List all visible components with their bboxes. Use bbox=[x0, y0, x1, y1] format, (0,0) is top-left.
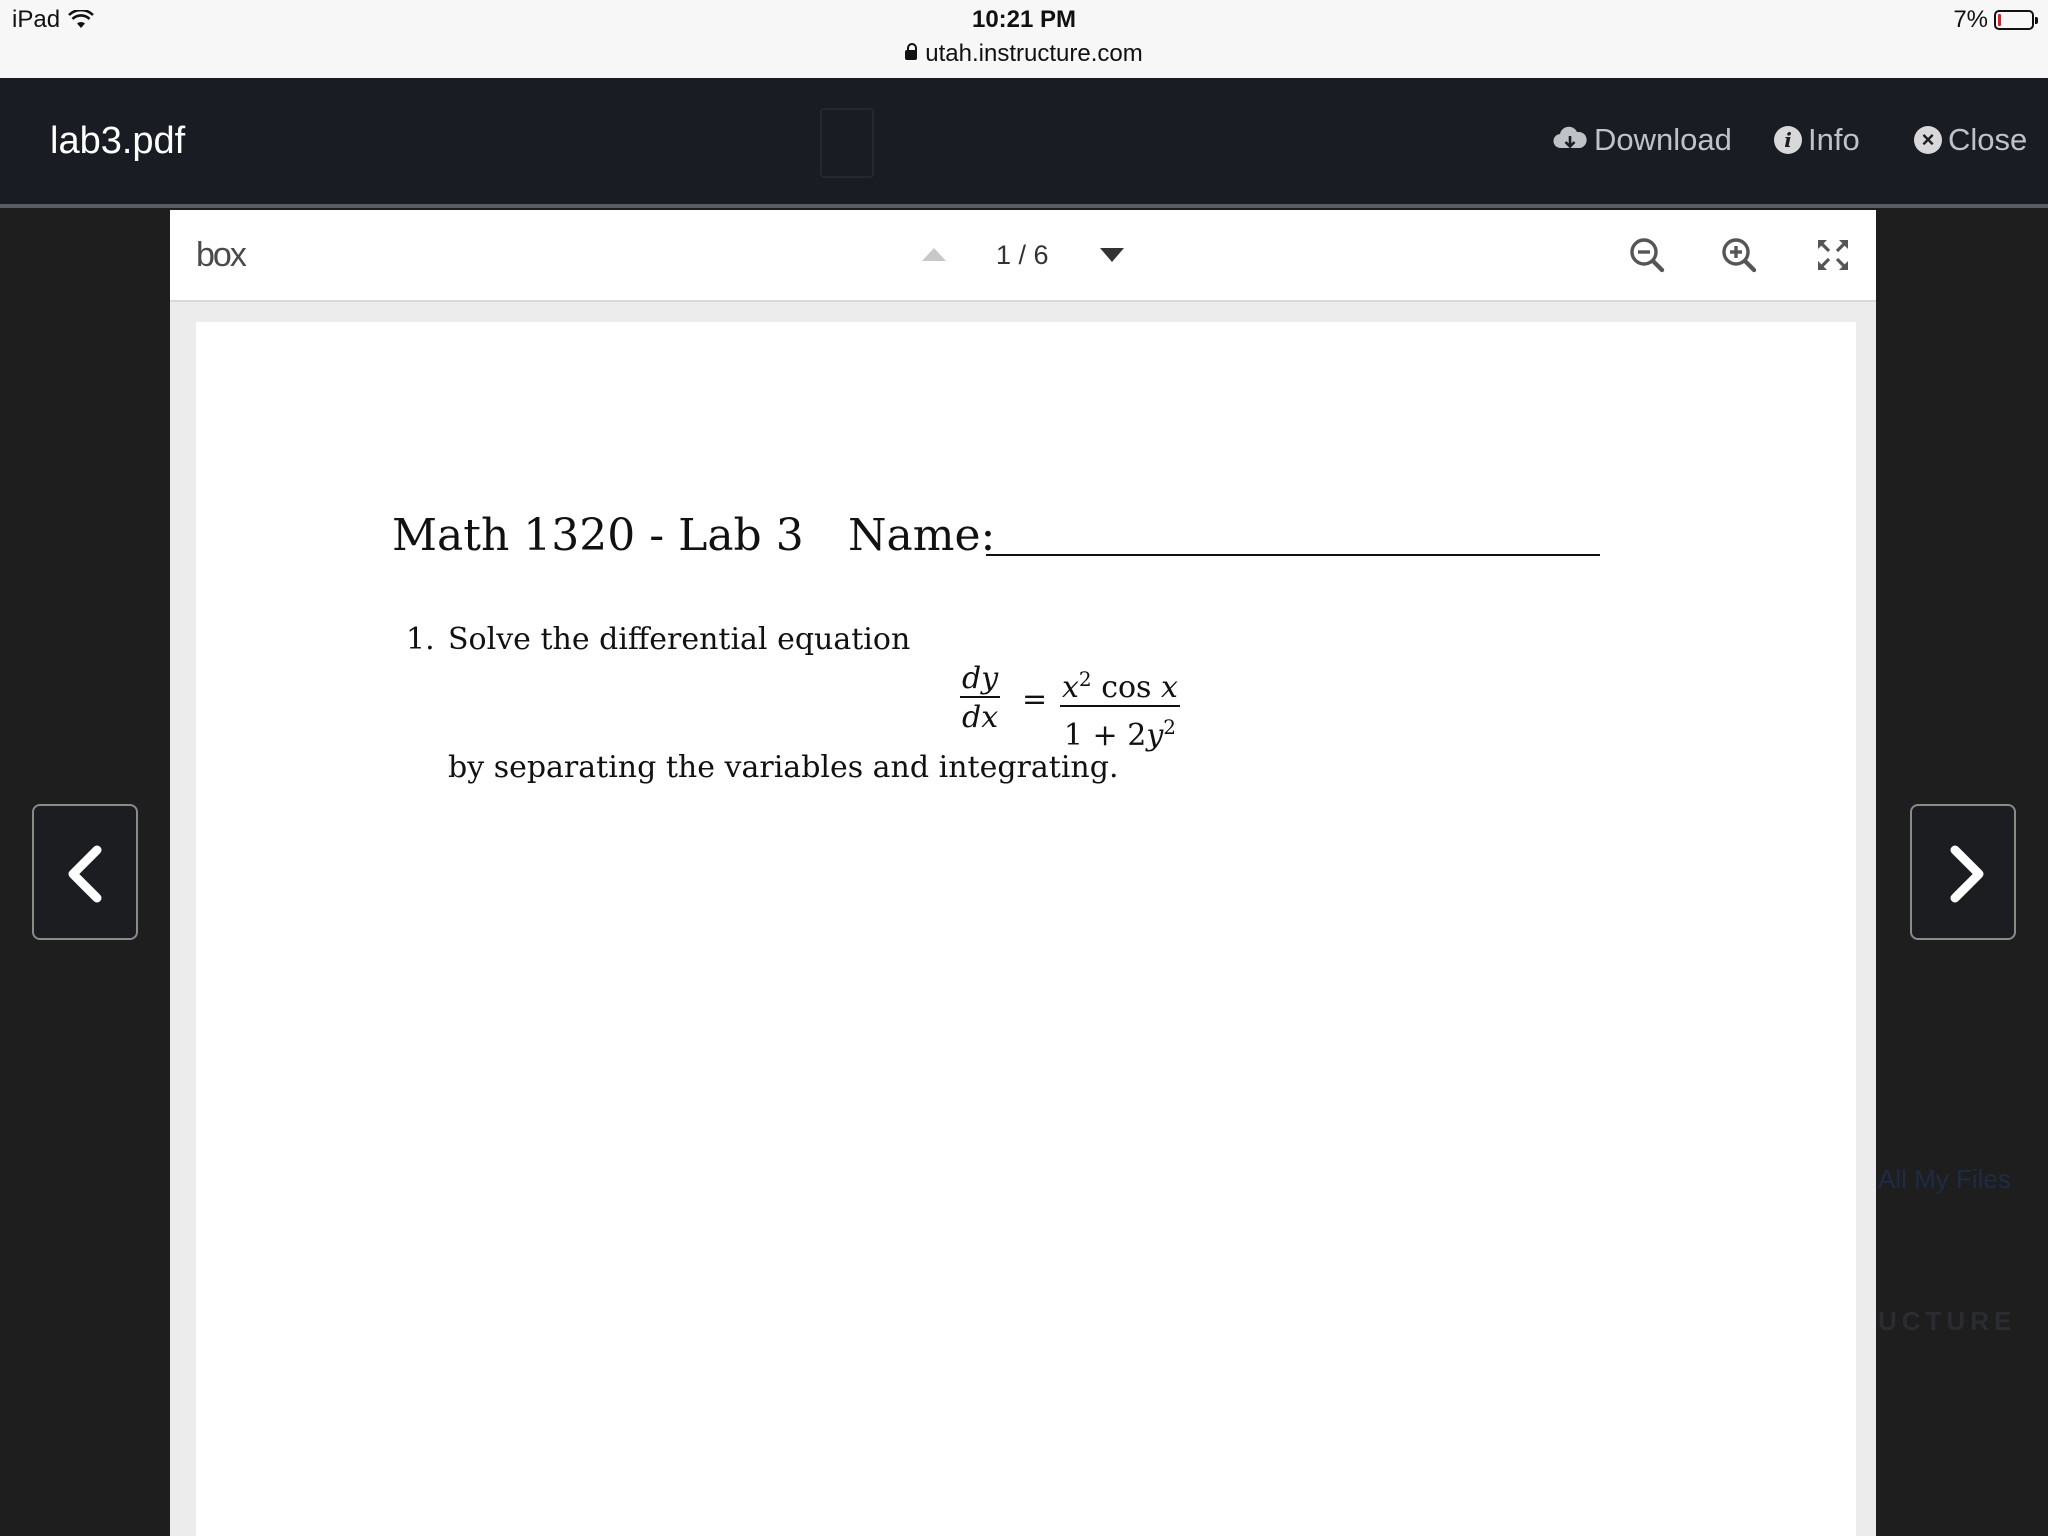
equation-rhs: x2 cos x 1 + 2y2 bbox=[1060, 662, 1180, 756]
info-icon: i bbox=[1774, 126, 1802, 154]
battery-icon bbox=[1994, 10, 2038, 30]
box-viewer: box 1 / 6 Math 1320 - Lab 3 Name: 1. Sol… bbox=[170, 210, 1876, 1536]
info-label: Info bbox=[1808, 122, 1860, 157]
name-underline bbox=[986, 554, 1600, 556]
clock: 10:21 PM bbox=[971, 6, 1077, 33]
url-text: utah.instructure.com bbox=[925, 40, 1143, 67]
zoom-in-icon[interactable] bbox=[1720, 236, 1758, 274]
background-ghost-box bbox=[820, 108, 874, 178]
previous-file-button[interactable] bbox=[32, 804, 138, 940]
page-indicator: 1 / 6 bbox=[996, 240, 1049, 270]
preview-header: lab3.pdf Download i Info × Close bbox=[0, 78, 2048, 208]
name-label: Name: bbox=[848, 510, 996, 561]
download-label: Download bbox=[1594, 122, 1732, 157]
status-right: 7% bbox=[1953, 6, 2038, 34]
question-intro: Solve the differential equation bbox=[448, 622, 911, 657]
status-bar: iPad 10:21 PM 7% utah.instructure.com bbox=[0, 0, 2048, 78]
info-button[interactable]: i Info bbox=[1774, 122, 1860, 158]
close-icon: × bbox=[1914, 126, 1942, 154]
document-page: Math 1320 - Lab 3 Name: 1. Solve the dif… bbox=[196, 322, 1856, 1536]
brand-fragment: UCTURE bbox=[1878, 1306, 2017, 1336]
close-button[interactable]: × Close bbox=[1914, 122, 2027, 158]
file-title: lab3.pdf bbox=[50, 120, 186, 162]
lock-icon bbox=[905, 43, 918, 60]
document-title: Math 1320 - Lab 3 bbox=[392, 510, 804, 561]
zoom-out-icon[interactable] bbox=[1628, 236, 1666, 274]
box-logo: box bbox=[196, 236, 247, 274]
chevron-right-icon bbox=[1950, 845, 1984, 903]
equation-lhs: dy dx bbox=[960, 661, 1001, 735]
address-bar[interactable]: utah.instructure.com bbox=[0, 40, 2048, 68]
question-number: 1. bbox=[406, 622, 435, 657]
viewer-toolbar: box 1 / 6 bbox=[170, 210, 1876, 302]
download-button[interactable]: Download bbox=[1552, 122, 1732, 158]
question-outro: by separating the variables and integrat… bbox=[448, 750, 1119, 785]
chevron-left-icon bbox=[68, 845, 102, 903]
all-my-files-link: All My Files bbox=[1878, 1164, 2011, 1194]
next-page-icon[interactable] bbox=[1100, 248, 1124, 262]
close-label: Close bbox=[1948, 122, 2028, 157]
next-file-button[interactable] bbox=[1910, 804, 2016, 940]
cloud-download-icon bbox=[1553, 126, 1587, 149]
previous-page-icon[interactable] bbox=[922, 248, 946, 261]
equals-sign: = bbox=[1022, 682, 1048, 717]
battery-percent: 7% bbox=[1953, 6, 1988, 33]
differential-equation: dy dx = x2 cos x 1 + 2y2 bbox=[960, 661, 1260, 753]
fullscreen-icon[interactable] bbox=[1814, 236, 1852, 274]
